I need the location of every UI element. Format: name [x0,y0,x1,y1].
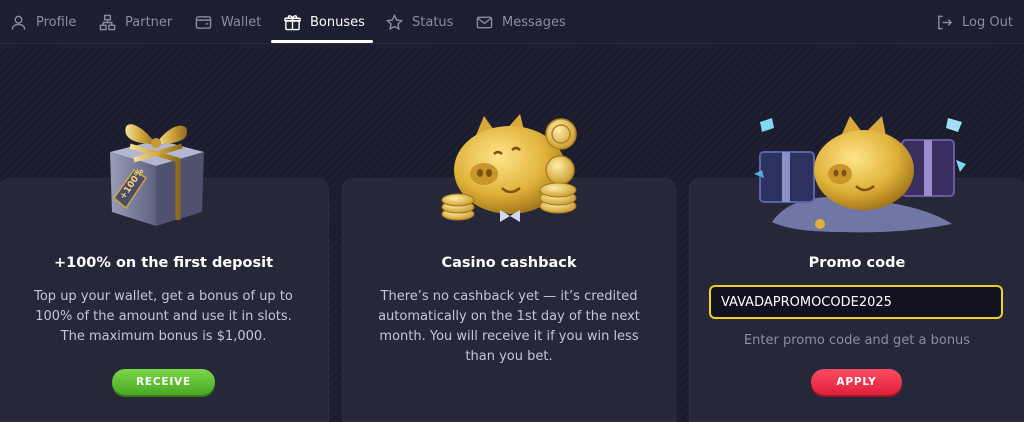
deposit-bonus-title: +100% on the first deposit [53,255,274,271]
nav-partner-label: Partner [125,14,173,30]
user-icon [11,15,26,30]
gift-icon [284,14,301,30]
promo-code-input[interactable] [709,285,1003,319]
apply-button[interactable]: APPLY [811,369,902,395]
logout-button[interactable]: Log Out [936,0,1013,44]
nav-partner[interactable]: Partner [99,0,172,44]
deposit-bonus-description: Top up your wallet, get a bonus of up to… [34,289,293,344]
top-nav: Profile Partner Wallet Bonuses Status Me… [0,0,1024,44]
active-tab-indicator [271,40,373,43]
nav-bonuses-label: Bonuses [310,14,365,30]
star-icon [386,13,403,30]
wallet-icon [195,15,212,29]
cashback-description: There’s no cashback yet — it’s credited … [378,289,640,364]
nav-wallet-label: Wallet [221,14,262,30]
gift-box-illustration: +100% [110,124,204,226]
cashback-title: Casino cashback [441,255,577,271]
receive-button[interactable]: RECEIVE [112,369,215,395]
nav-status-label: Status [412,14,454,30]
promo-piggy-illustration [754,116,966,233]
logout-label: Log Out [962,14,1013,30]
nav-wallet[interactable]: Wallet [195,0,261,44]
nav-messages-label: Messages [502,14,566,30]
logout-icon [938,15,953,29]
nav-profile-label: Profile [36,14,77,30]
partner-icon [99,14,116,30]
promo-code-hint: Enter promo code and get a bonus [743,333,971,348]
promo-code-title: Promo code [808,255,906,271]
nav-profile[interactable]: Profile [10,0,76,44]
nav-messages[interactable]: Messages [476,0,566,44]
nav-status[interactable]: Status [386,0,453,44]
piggy-bank-illustration [441,114,577,222]
nav-bonuses[interactable]: Bonuses [284,0,365,44]
mail-icon [476,16,493,28]
